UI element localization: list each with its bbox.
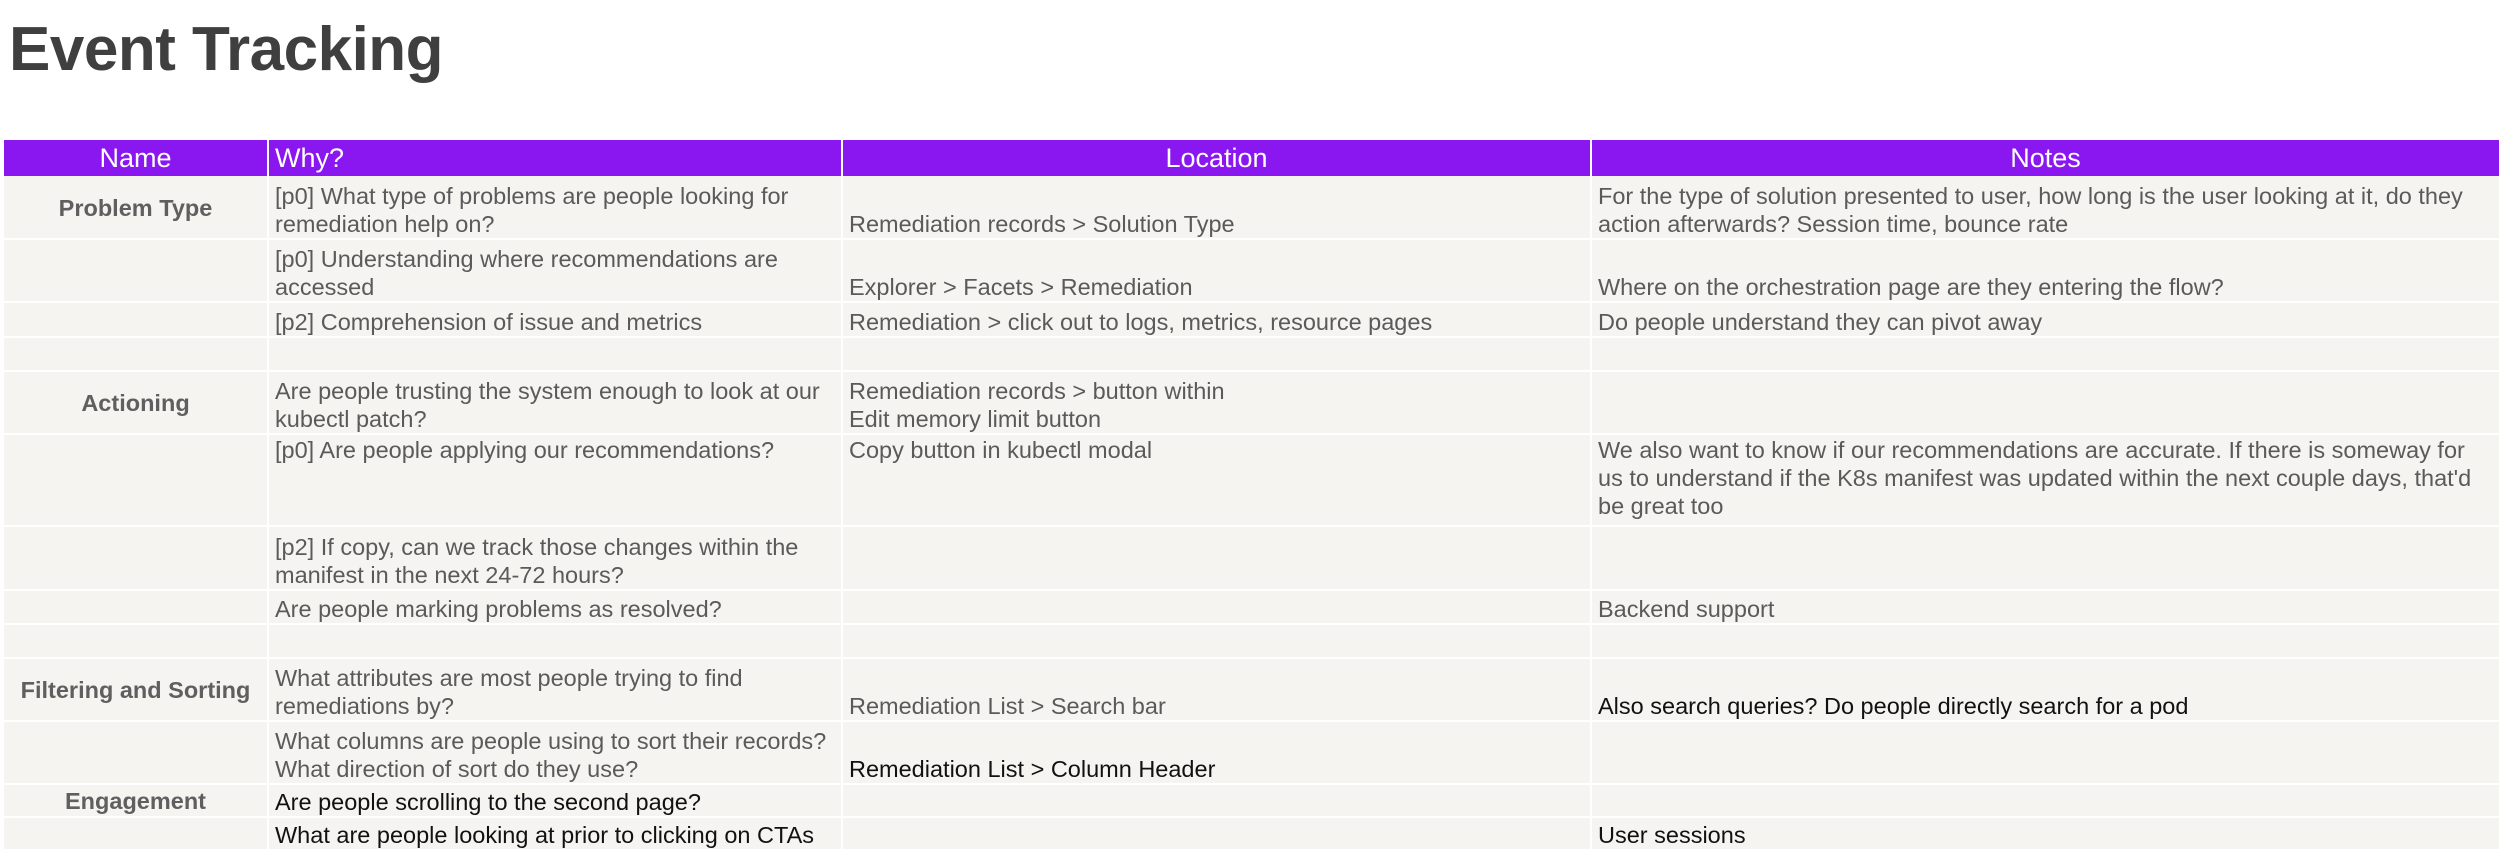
cell-why[interactable]: [p0] What type of problems are people lo… [268,176,843,240]
cell-name[interactable] [4,590,269,625]
cell-why[interactable]: Are people marking problems as resolved? [268,590,843,625]
cell-notes[interactable]: Backend support [1591,590,2500,625]
table-row: [p0] Are people applying our recommendat… [4,434,2500,527]
cell-location[interactable]: Remediation List > Search bar [842,658,1592,722]
cell-why[interactable]: [p2] Comprehension of issue and metrics [268,302,843,338]
cell-location[interactable]: Remediation records > Solution Type [842,176,1592,240]
cell-why[interactable]: What are people looking at prior to clic… [268,817,843,851]
table-row: [p2] If copy, can we track those changes… [4,526,2500,591]
table-row [4,337,2500,372]
table-row: [p0] Understanding where recommendations… [4,239,2500,303]
cell-location[interactable]: Remediation > click out to logs, metrics… [842,302,1592,338]
table-row: Actioning Are people trusting the system… [4,371,2500,435]
cell-location[interactable]: Remediation List > Column Header [842,721,1592,785]
cell-location[interactable]: Explorer > Facets > Remediation [842,239,1592,303]
cell-notes[interactable]: Do people understand they can pivot away [1591,302,2500,338]
cell-location[interactable] [842,784,1592,818]
table-row: Problem Type [p0] What type of problems … [4,176,2500,240]
cell-notes[interactable] [1591,526,2500,591]
cell-notes[interactable]: Where on the orchestration page are they… [1591,239,2500,303]
cell-name[interactable] [4,624,269,659]
cell-name[interactable]: Actioning [4,371,269,435]
table-row: [p2] Comprehension of issue and metrics … [4,302,2500,338]
column-header-why[interactable]: Why? [268,140,843,176]
cell-name[interactable]: Filtering and Sorting [4,658,269,722]
cell-notes[interactable] [1591,721,2500,785]
cell-notes[interactable] [1591,624,2500,659]
cell-notes[interactable]: User sessions [1591,817,2500,851]
cell-location[interactable] [842,526,1592,591]
table-row [4,624,2500,659]
cell-location[interactable] [842,817,1592,851]
cell-why[interactable]: [p2] If copy, can we track those changes… [268,526,843,591]
cell-location[interactable] [842,590,1592,625]
table-row: Are people marking problems as resolved?… [4,590,2500,625]
cell-notes[interactable] [1591,337,2500,372]
cell-location-line: Remediation records > button within [849,378,1225,404]
table-row: Engagement Are people scrolling to the s… [4,784,2500,818]
cell-location-line: Edit memory limit button [849,406,1102,432]
page-title: Event Tracking [9,15,444,84]
cell-why[interactable]: What attributes are most people trying t… [268,658,843,722]
cell-location[interactable]: Remediation records > button within Edit… [842,371,1592,435]
cell-why[interactable]: [p0] Are people applying our recommendat… [268,434,843,527]
column-header-location[interactable]: Location [842,140,1592,176]
cell-name[interactable] [4,302,269,338]
cell-notes[interactable] [1591,371,2500,435]
cell-why[interactable]: Are people scrolling to the second page? [268,784,843,818]
cell-name[interactable] [4,721,269,785]
cell-location[interactable]: Copy button in kubectl modal [842,434,1592,527]
cell-why[interactable] [268,337,843,372]
cell-why[interactable]: [p0] Understanding where recommendations… [268,239,843,303]
cell-location[interactable] [842,624,1592,659]
cell-notes[interactable]: Also search queries? Do people directly … [1591,658,2500,722]
cell-why[interactable]: What columns are people using to sort th… [268,721,843,785]
cell-notes[interactable] [1591,784,2500,818]
table-row: Filtering and Sorting What attributes ar… [4,658,2500,722]
event-tracking-table: Name Why? Location Notes Problem Type [p… [4,140,2500,851]
cell-location[interactable] [842,337,1592,372]
column-header-name[interactable]: Name [4,140,269,176]
cell-name[interactable] [4,817,269,851]
cell-why[interactable] [268,624,843,659]
cell-name[interactable] [4,337,269,372]
column-header-notes[interactable]: Notes [1591,140,2500,176]
table-row: What columns are people using to sort th… [4,721,2500,785]
cell-name[interactable] [4,434,269,527]
table-row: What are people looking at prior to clic… [4,817,2500,851]
cell-name[interactable]: Problem Type [4,176,269,240]
cell-name[interactable] [4,239,269,303]
cell-notes[interactable]: We also want to know if our recommendati… [1591,434,2500,527]
cell-why[interactable]: Are people trusting the system enough to… [268,371,843,435]
cell-name[interactable] [4,526,269,591]
header-row: Name Why? Location Notes [4,140,2500,176]
cell-notes[interactable]: For the type of solution presented to us… [1591,176,2500,240]
cell-name[interactable]: Engagement [4,784,269,818]
